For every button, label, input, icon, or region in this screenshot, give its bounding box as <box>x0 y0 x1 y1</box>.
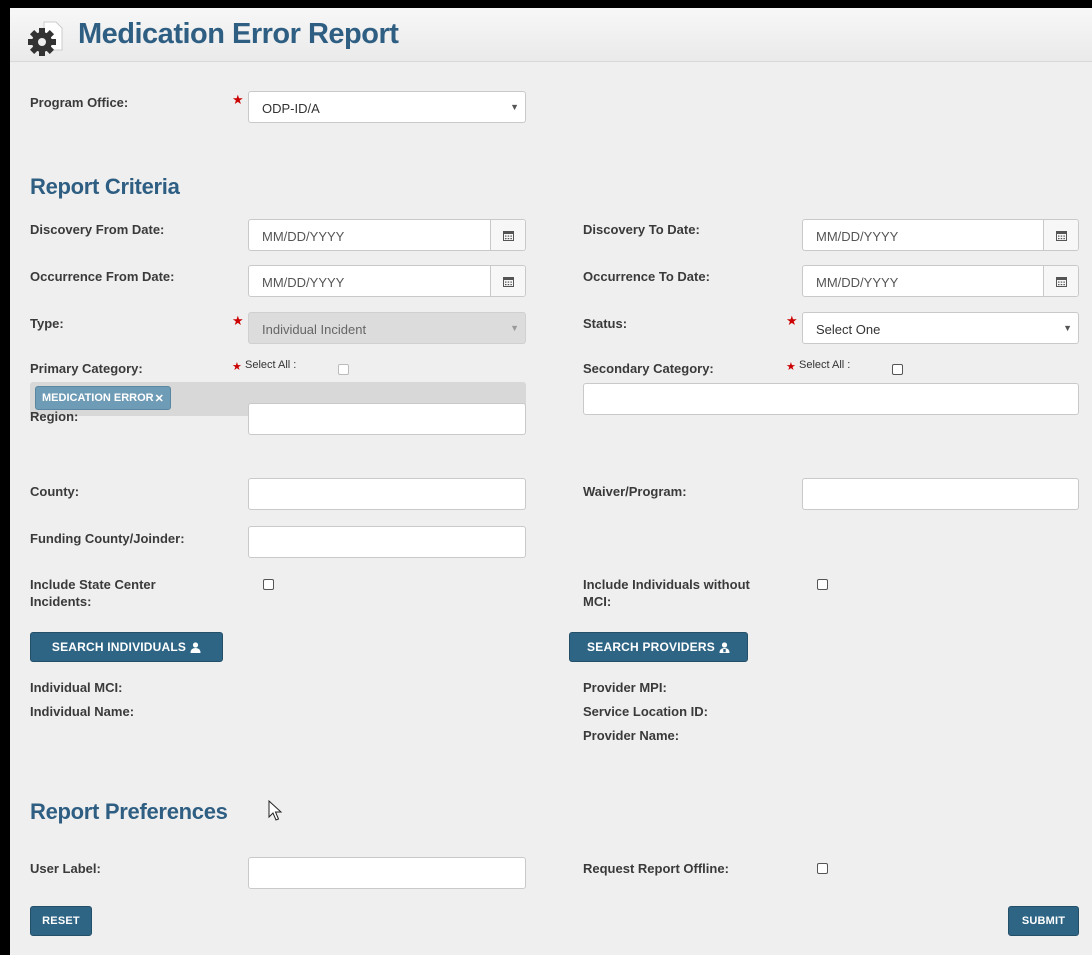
program-office-select[interactable]: ODP-ID/A ▼ <box>248 91 526 123</box>
individual-mci-label: Individual MCI: <box>30 680 123 695</box>
waiver-program-input[interactable] <box>802 478 1079 510</box>
type-select[interactable]: Individual Incident ▼ <box>248 312 526 344</box>
calendar-icon[interactable] <box>490 266 525 296</box>
user-label-input[interactable] <box>248 857 526 889</box>
submit-button[interactable]: SUBMIT <box>1008 906 1079 936</box>
discovery-to-input[interactable]: MM/DD/YYYY <box>802 219 1079 251</box>
region-label: Region: <box>30 409 79 424</box>
secondary-category-label: Secondary Category: <box>583 361 714 376</box>
without-mci-checkbox[interactable] <box>817 579 828 590</box>
region-input[interactable] <box>248 403 526 435</box>
required-star: ★ <box>232 361 242 373</box>
discovery-from-input[interactable]: MM/DD/YYYY <box>248 219 526 251</box>
required-star: ★ <box>786 361 796 373</box>
primary-select-all-checkbox[interactable] <box>338 364 349 375</box>
report-criteria-heading: Report Criteria <box>30 174 180 199</box>
program-office-label: Program Office: <box>30 95 129 110</box>
category-tag: MEDICATION ERROR ✕ <box>35 386 171 410</box>
provider-name-label: Provider Name: <box>583 728 680 743</box>
report-preferences-heading: Report Preferences <box>30 799 228 824</box>
occurrence-from-label: Occurrence From Date: <box>30 269 175 284</box>
reset-button[interactable]: RESET <box>30 906 92 936</box>
state-center-label: Include State Center Incidents: <box>30 577 156 609</box>
search-providers-button[interactable]: SEARCH PROVIDERS <box>569 632 748 662</box>
funding-county-input[interactable] <box>248 526 526 558</box>
gear-icon <box>28 21 63 56</box>
required-star: ★ <box>786 313 798 328</box>
secondary-category-multiselect[interactable] <box>583 383 1079 415</box>
county-label: County: <box>30 484 80 499</box>
provider-mpi-label: Provider MPI: <box>583 680 667 695</box>
occurrence-to-input[interactable]: MM/DD/YYYY <box>802 265 1079 297</box>
mouse-cursor-icon <box>268 800 282 821</box>
calendar-icon[interactable] <box>1043 266 1078 296</box>
discovery-to-label: Discovery To Date: <box>583 222 700 237</box>
individual-name-label: Individual Name: <box>30 704 135 719</box>
primary-category-label: Primary Category: <box>30 361 143 376</box>
required-star: ★ <box>232 92 244 107</box>
discovery-from-label: Discovery From Date: <box>30 222 165 237</box>
search-individuals-button[interactable]: SEARCH INDIVIDUALS <box>30 632 223 662</box>
remove-tag-icon[interactable]: ✕ <box>155 392 164 405</box>
waiver-program-label: Waiver/Program: <box>583 484 687 499</box>
type-label: Type: <box>30 316 64 331</box>
user-icon <box>190 641 201 653</box>
status-select[interactable]: Select One ▼ <box>802 312 1079 344</box>
chevron-down-icon: ▼ <box>1063 323 1072 333</box>
provider-icon <box>719 641 730 653</box>
page-title: Medication Error Report <box>78 18 399 50</box>
service-location-label: Service Location ID: <box>583 704 708 719</box>
user-label-label: User Label: <box>30 861 101 876</box>
without-mci-label: Include Individuals without MCI: <box>583 577 750 609</box>
occurrence-to-label: Occurrence To Date: <box>583 269 710 284</box>
funding-county-label: Funding County/Joinder: <box>30 531 185 546</box>
report-page: Medication Error Report Program Office: … <box>10 8 1092 955</box>
calendar-icon[interactable] <box>1043 220 1078 250</box>
required-star: ★ <box>232 313 244 328</box>
state-center-checkbox[interactable] <box>263 579 274 590</box>
chevron-down-icon: ▼ <box>510 102 519 112</box>
status-label: Status: <box>583 316 628 331</box>
primary-select-all-label: Select All : <box>245 359 297 371</box>
occurrence-from-input[interactable]: MM/DD/YYYY <box>248 265 526 297</box>
calendar-icon[interactable] <box>490 220 525 250</box>
request-offline-label: Request Report Offline: <box>583 861 729 876</box>
request-offline-checkbox[interactable] <box>817 863 828 874</box>
secondary-select-all-label: Select All : <box>799 359 851 371</box>
county-input[interactable] <box>248 478 526 510</box>
chevron-down-icon: ▼ <box>510 323 519 333</box>
secondary-select-all-checkbox[interactable] <box>892 364 903 375</box>
page-header: Medication Error Report <box>10 8 1092 62</box>
